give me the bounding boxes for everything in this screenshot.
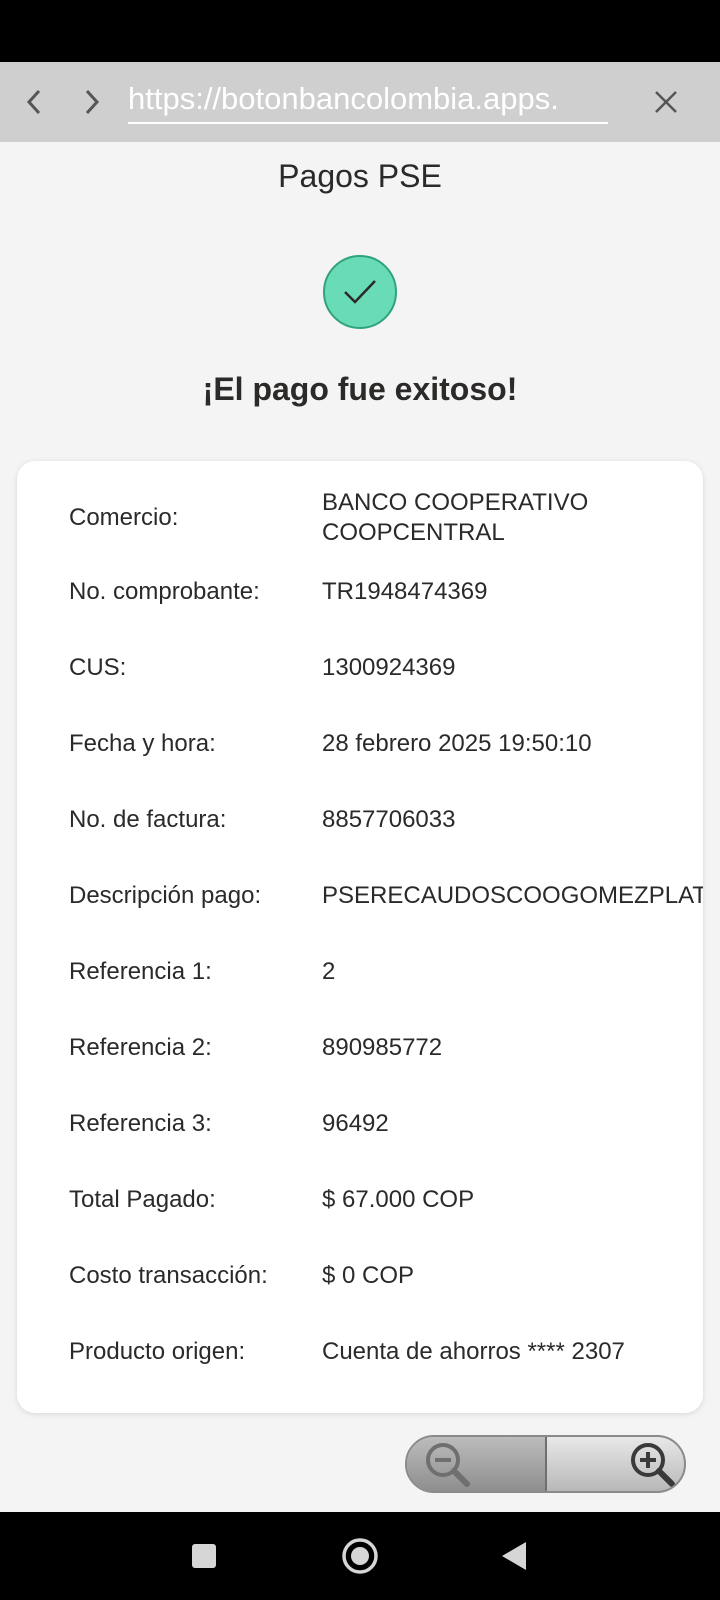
- back-button[interactable]: [14, 82, 54, 122]
- success-message: ¡El pago fue exitoso!: [202, 371, 518, 407]
- home-icon: [342, 1538, 378, 1574]
- row-value: $ 67.000 COP: [322, 1186, 475, 1213]
- row-label: Total Pagado:: [69, 1186, 216, 1213]
- row-value: 28 febrero 2025 19:50:10: [322, 730, 592, 757]
- row-value: 890985772: [322, 1034, 443, 1061]
- row-label: Comercio:: [69, 504, 179, 531]
- system-navigation-bar: [0, 1512, 720, 1600]
- zoom-out-button[interactable]: [407, 1437, 547, 1491]
- row-value: 2: [322, 958, 336, 985]
- home-button[interactable]: [338, 1534, 382, 1578]
- recents-icon: [192, 1544, 216, 1568]
- zoom-in-icon: [631, 1443, 675, 1487]
- receipt-card: Comercio: BANCO COOPERATIVO COOPCENTRAL …: [17, 461, 703, 1413]
- row-value: 96492: [322, 1110, 389, 1137]
- check-icon: [344, 280, 376, 304]
- row-label: No. de factura:: [69, 806, 227, 833]
- row-label: Fecha y hora:: [69, 730, 216, 757]
- row-value: Cuenta de ahorros **** 2307: [322, 1338, 625, 1365]
- zoom-in-button[interactable]: [547, 1437, 684, 1491]
- row-value: 8857706033: [322, 806, 456, 833]
- status-bar: [0, 0, 720, 62]
- url-field[interactable]: https://botonbancolombia.apps.: [128, 80, 608, 124]
- success-status-indicator: [323, 255, 397, 329]
- system-back-button[interactable]: [492, 1534, 536, 1578]
- row-label: Costo transacción:: [69, 1262, 268, 1289]
- row-label: Referencia 2:: [69, 1034, 212, 1061]
- row-label: Referencia 3:: [69, 1110, 212, 1137]
- row-value: $ 0 COP: [322, 1262, 415, 1289]
- row-label: No. comprobante:: [69, 578, 260, 605]
- row-value: 1300924369: [322, 654, 456, 681]
- zoom-out-icon: [426, 1443, 470, 1487]
- row-label: Referencia 1:: [69, 958, 212, 985]
- row-label: Descripción pago:: [69, 882, 262, 909]
- page-title: Pagos PSE: [278, 158, 442, 194]
- row-value: PSERECAUDOSCOOGOMEZPLATA: [322, 882, 703, 909]
- row-value: TR1948474369: [322, 578, 488, 605]
- row-value: BANCO COOPERATIVO COOPCENTRAL: [322, 489, 589, 546]
- forward-button[interactable]: [72, 82, 112, 122]
- close-button[interactable]: [646, 82, 686, 122]
- row-label: Producto origen:: [69, 1338, 246, 1365]
- chevron-left-icon: [26, 89, 41, 115]
- zoom-control: [405, 1435, 686, 1493]
- back-triangle-icon: [502, 1542, 526, 1570]
- close-icon: [655, 91, 677, 113]
- row-label: CUS:: [69, 654, 127, 681]
- recents-button[interactable]: [182, 1534, 226, 1578]
- chevron-right-icon: [85, 89, 100, 115]
- browser-toolbar: https://botonbancolombia.apps.: [0, 62, 720, 142]
